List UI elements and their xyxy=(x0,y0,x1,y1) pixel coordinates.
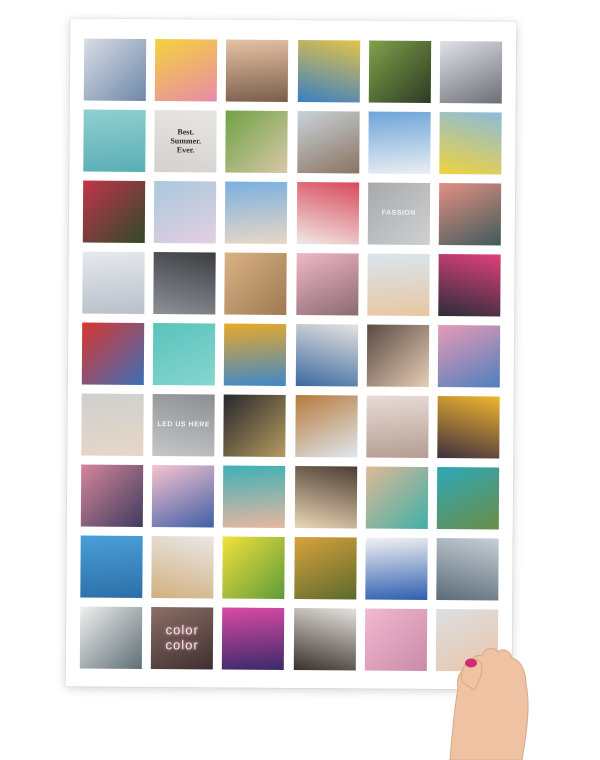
photo-tile-skyscraper-up xyxy=(436,538,499,601)
photo-tile-storefront xyxy=(223,394,287,457)
photo-tile-green-apples xyxy=(368,40,431,103)
hand-holding-poster xyxy=(449,648,529,760)
photo-tile-pink-tree xyxy=(437,325,501,388)
photo-tile-eiffel-tower xyxy=(82,251,145,314)
photo-tile-aerial-beach xyxy=(223,465,286,528)
photo-tile-donut-float xyxy=(438,254,501,317)
photo-caption: LED US HERE xyxy=(157,421,210,429)
photo-tile-mother-baby xyxy=(81,393,144,456)
photo-tile-baby-and-puppy xyxy=(151,536,214,599)
photo-tile-three-friends xyxy=(366,324,429,387)
photo-tile-fashion-sign: FASSION xyxy=(367,182,430,245)
photo-tile-sunset-lake xyxy=(80,464,144,527)
photo-tile-cherry-blossoms xyxy=(295,253,359,316)
photo-tile-sisters-hug xyxy=(295,324,358,387)
photo-grid: Best. Summer. Ever. FASSION LED US HERE col… xyxy=(79,38,503,676)
photo-tile-pink-sky-sea xyxy=(364,608,427,671)
photo-tile-autumn-leaves xyxy=(224,323,287,386)
photo-tile-water-tower-sunset xyxy=(222,607,285,670)
photo-tile-yellow-flower-sky xyxy=(439,112,502,175)
photo-tile-smiling-woman xyxy=(226,39,289,102)
hand-icon xyxy=(449,648,529,760)
photo-tile-coastal-view xyxy=(436,467,500,530)
photo-tile-kids-playing xyxy=(225,110,289,173)
photo-tile-birthday-card xyxy=(151,465,215,528)
photo-tile-tree-sky xyxy=(294,395,358,458)
photo-tile-woman-flowers xyxy=(82,180,146,243)
photo-tile-couple-beach xyxy=(368,111,431,174)
photo-tile-sea-mist xyxy=(366,395,429,458)
photo-tile-cafe-counter xyxy=(293,608,356,671)
photo-tile-two-dogs xyxy=(294,466,357,529)
photo-tile-books-and-cup xyxy=(83,38,147,101)
photo-caption: FASSION xyxy=(381,209,416,217)
photo-tile-blonde-woman xyxy=(367,253,430,316)
photo-tile-superhero-kids xyxy=(81,322,145,385)
photo-tile-white-building-blue-door xyxy=(365,537,428,600)
photo-tile-hands-on-yellow xyxy=(154,39,218,102)
photo-caption: color color xyxy=(165,622,199,653)
photo-tile-girl-in-flowers xyxy=(296,182,359,245)
photo-tile-rapeseed-field xyxy=(222,536,286,599)
photo-tile-blue-door xyxy=(80,535,143,598)
photo-tile-led-us-here-feet: LED US HERE xyxy=(152,394,215,457)
photo-tile-color-festival xyxy=(297,40,360,103)
photo-tile-friends-overlook xyxy=(439,41,503,104)
nail-icon xyxy=(465,658,477,668)
photo-tile-friends-sunset xyxy=(296,111,360,174)
photo-collage-poster: Best. Summer. Ever. FASSION LED US HERE col… xyxy=(65,18,517,690)
photo-tile-best-summer-ever-sign: Best. Summer. Ever. xyxy=(154,110,217,173)
photo-caption: Best. Summer. Ever. xyxy=(170,127,201,155)
photo-tile-night-market xyxy=(437,396,500,459)
photo-tile-color-neon-sign: color color xyxy=(150,607,214,670)
photo-tile-golden-puppy xyxy=(224,252,288,315)
stage: Best. Summer. Ever. FASSION LED US HERE col… xyxy=(0,0,600,760)
photo-tile-boy-camera xyxy=(365,466,428,529)
photo-tile-shadow-street xyxy=(153,252,216,315)
photo-tile-forest-road xyxy=(293,537,357,600)
photo-tile-swimmer-pool xyxy=(83,109,146,172)
photo-tile-turquoise-sea xyxy=(152,323,216,386)
photo-tile-airplane-sky xyxy=(153,181,217,244)
photo-tile-number-balloon xyxy=(438,183,502,246)
photo-tile-window-plant xyxy=(79,606,143,669)
photo-tile-building xyxy=(225,181,288,244)
